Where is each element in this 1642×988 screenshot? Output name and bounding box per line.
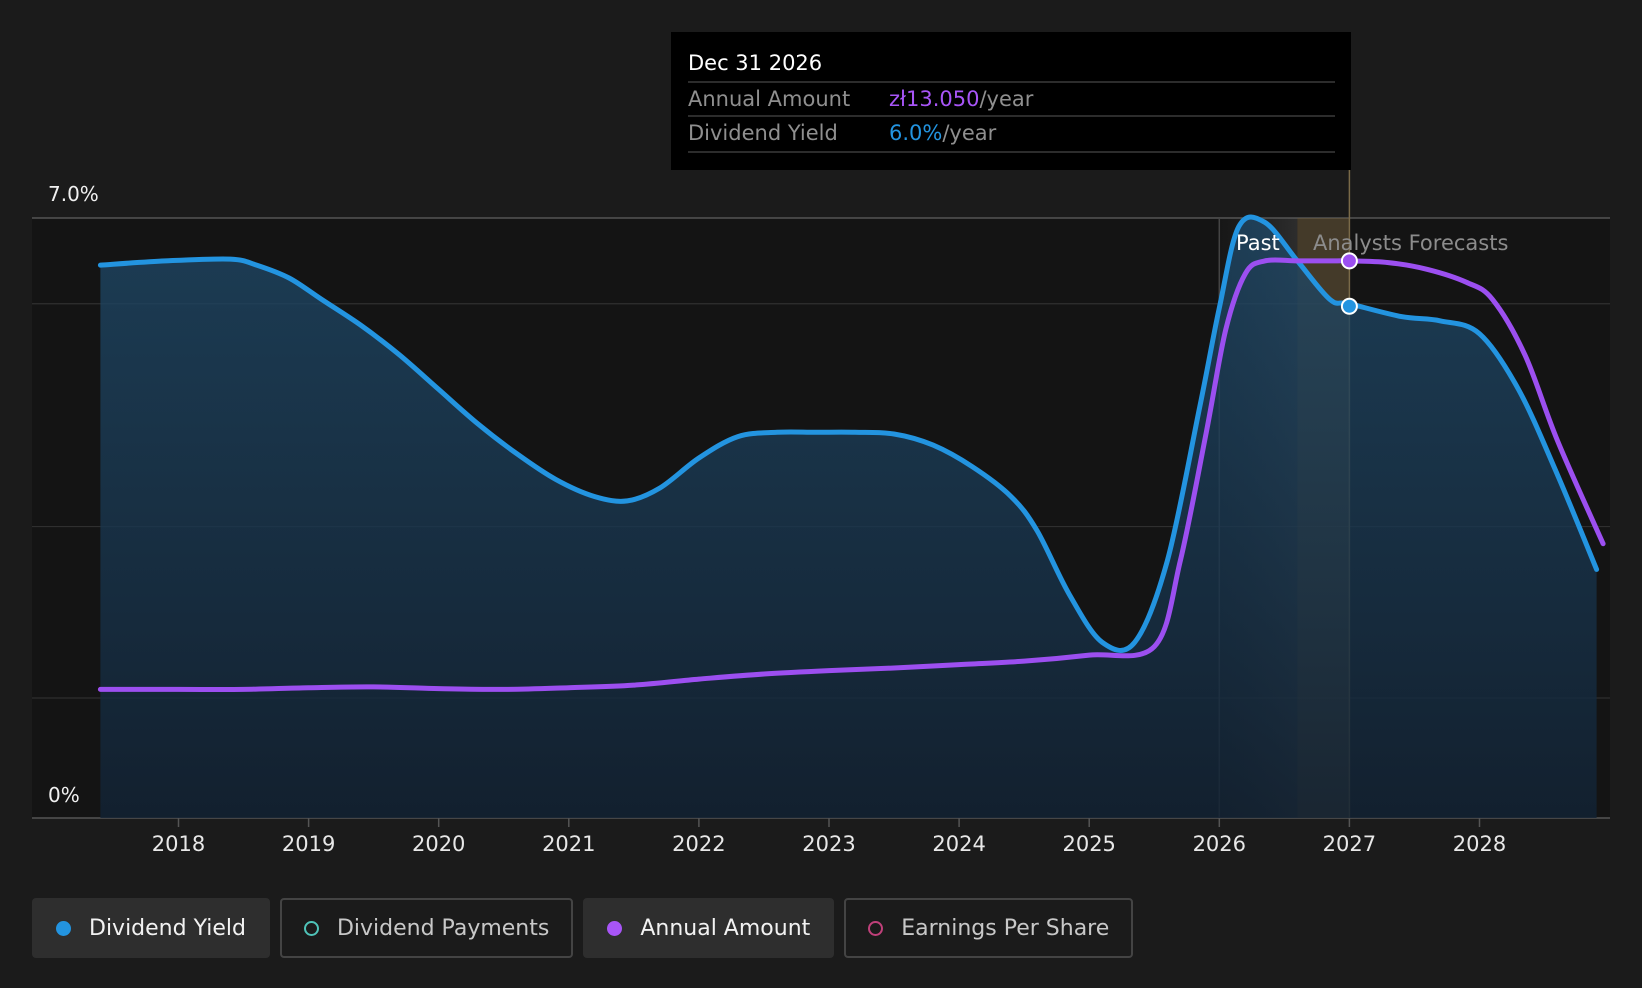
tooltip-annual-amount-label: Annual Amount bbox=[688, 87, 850, 111]
x-axis-ticks: 2018 2019 2020 2021 2022 2023 2024 2025 2026 2027… bbox=[152, 818, 1506, 856]
dividend-chart-widget: { "chart_data": { "type": "area", "x_axi… bbox=[0, 0, 1642, 988]
x-tick-label: 2028 bbox=[1453, 832, 1506, 856]
x-tick-label: 2025 bbox=[1062, 832, 1115, 856]
legend-item-annual-amount[interactable]: Annual Amount bbox=[583, 898, 835, 958]
chart-canvas: 2018 2019 2020 2021 2022 2023 2024 2025 2026 2027… bbox=[32, 32, 1610, 856]
x-tick-label: 2018 bbox=[152, 832, 205, 856]
legend-item-dividend-yield[interactable]: Dividend Yield bbox=[32, 898, 270, 958]
dividend-yield-dot-icon bbox=[56, 920, 71, 936]
annual-amount-dot-icon bbox=[607, 920, 623, 936]
x-tick-label: 2027 bbox=[1323, 832, 1376, 856]
y-axis-top-label: 7.0% bbox=[48, 182, 99, 206]
past-label: Past bbox=[1236, 231, 1280, 255]
x-tick-label: 2026 bbox=[1193, 832, 1246, 856]
earnings-per-share-circle-icon bbox=[868, 920, 884, 936]
dividend-payments-circle-icon bbox=[303, 920, 319, 936]
forecast-label: Analysts Forecasts bbox=[1313, 231, 1508, 255]
legend-label: Earnings Per Share bbox=[901, 915, 1110, 941]
tooltip-dividend-yield-label: Dividend Yield bbox=[688, 121, 838, 145]
tooltip: Dec 31 2026 Annual Amount zł13.050/year … bbox=[671, 32, 1351, 170]
tooltip-date: Dec 31 2026 bbox=[688, 51, 822, 75]
legend-item-dividend-payments[interactable]: Dividend Payments bbox=[279, 898, 574, 958]
legend-label: Annual Amount bbox=[640, 915, 811, 941]
x-tick-label: 2023 bbox=[802, 832, 855, 856]
x-tick-label: 2020 bbox=[412, 832, 465, 856]
tooltip-annual-amount-value: zł13.050/year bbox=[889, 87, 1034, 111]
y-axis-bottom-label: 0% bbox=[48, 783, 80, 807]
tooltip-annual-amount-number: zł13.050 bbox=[889, 87, 979, 111]
x-tick-label: 2024 bbox=[932, 832, 985, 856]
tooltip-annual-amount-unit: /year bbox=[979, 87, 1033, 111]
legend-label: Dividend Yield bbox=[89, 915, 246, 941]
tooltip-dividend-yield-value: 6.0%/year bbox=[889, 121, 997, 145]
x-tick-label: 2019 bbox=[282, 832, 335, 856]
legend-label: Dividend Payments bbox=[336, 915, 550, 941]
x-tick-label: 2022 bbox=[672, 832, 725, 856]
legend: Dividend Yield Dividend Payments Annual … bbox=[32, 898, 1134, 958]
tooltip-dividend-yield-number: 6.0% bbox=[889, 121, 942, 145]
annual-amount-marker bbox=[1340, 252, 1358, 270]
x-tick-label: 2021 bbox=[542, 832, 595, 856]
tooltip-dividend-yield-unit: /year bbox=[942, 121, 996, 145]
dividend-yield-marker bbox=[1340, 297, 1358, 315]
legend-item-earnings-per-share[interactable]: Earnings Per Share bbox=[844, 898, 1134, 958]
